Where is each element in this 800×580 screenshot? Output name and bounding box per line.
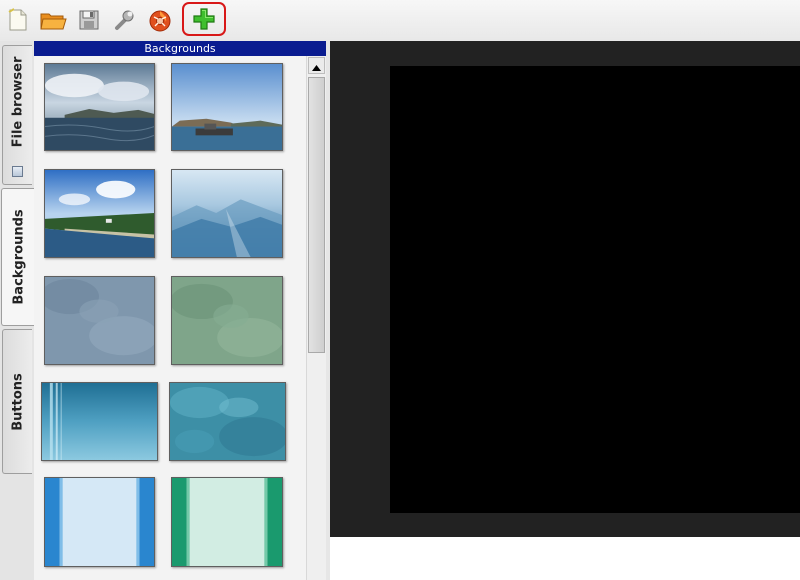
background-thumbnail-teal-stripes[interactable]	[41, 382, 158, 461]
new-document-icon	[7, 8, 29, 32]
background-thumbnail-island-ship[interactable]	[171, 63, 283, 151]
background-thumbnail-lakeshore[interactable]	[44, 169, 155, 258]
preview-frame	[330, 41, 800, 537]
background-thumbnail-sea-clouds[interactable]	[44, 63, 155, 151]
folder-icon	[12, 166, 23, 177]
tab-file-browser[interactable]: File browser	[2, 45, 32, 185]
scroll-thumb[interactable]	[308, 77, 325, 353]
open-project-button[interactable]	[39, 6, 67, 34]
open-folder-icon	[39, 8, 67, 32]
tab-buttons-label: Buttons	[10, 372, 25, 431]
tab-buttons[interactable]: Buttons	[2, 329, 32, 474]
add-plus-icon	[191, 6, 217, 32]
new-project-button[interactable]	[4, 6, 32, 34]
add-button[interactable]	[182, 2, 226, 36]
background-thumbnail-blue-mountains[interactable]	[171, 169, 283, 258]
wrench-icon	[112, 8, 136, 32]
side-tab-bar: File browser Backgrounds Buttons	[0, 41, 35, 580]
thumbnail-grid	[34, 56, 306, 580]
save-disk-icon	[77, 8, 101, 32]
settings-button[interactable]	[110, 6, 138, 34]
burn-disc-icon	[147, 7, 173, 33]
tab-backgrounds[interactable]: Backgrounds	[1, 188, 35, 326]
app-window: File browser Backgrounds Buttons Backgro…	[0, 0, 800, 580]
backgrounds-panel: Backgrounds	[34, 41, 326, 580]
background-thumbnail-aqua-marble[interactable]	[169, 382, 286, 461]
preview-bottom-area	[330, 537, 800, 580]
background-thumbnail-blue-gray-texture[interactable]	[44, 276, 155, 365]
background-thumbnail-green-border[interactable]	[171, 477, 283, 567]
toolbar	[0, 0, 800, 42]
tab-backgrounds-label: Backgrounds	[11, 209, 26, 305]
preview-screen[interactable]	[390, 66, 800, 513]
background-thumbnail-green-texture[interactable]	[171, 276, 283, 365]
tab-file-browser-label: File browser	[10, 56, 25, 148]
burn-button[interactable]	[146, 6, 174, 34]
background-thumbnail-blue-border[interactable]	[44, 477, 155, 567]
panel-title: Backgrounds	[34, 41, 326, 56]
thumbnail-scrollbar[interactable]	[306, 56, 326, 580]
save-project-button[interactable]	[75, 6, 103, 34]
arrow-up-icon	[312, 56, 321, 75]
scroll-up-button[interactable]	[308, 57, 325, 74]
